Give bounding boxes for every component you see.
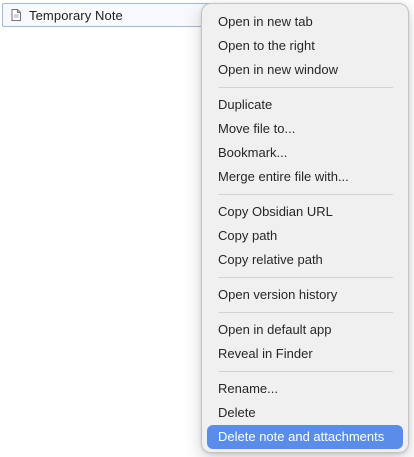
file-context-menu: Open in new tab Open to the right Open i… [201,3,409,453]
document-icon [10,9,21,22]
menu-item-bookmark[interactable]: Bookmark... [207,141,403,165]
menu-item-copy-relative-path[interactable]: Copy relative path [207,248,403,272]
menu-item-open-in-default-app[interactable]: Open in default app [207,318,403,342]
menu-item-open-version-history[interactable]: Open version history [207,283,403,307]
menu-item-copy-obsidian-url[interactable]: Copy Obsidian URL [207,200,403,224]
menu-item-move-file[interactable]: Move file to... [207,117,403,141]
menu-item-open-in-new-window[interactable]: Open in new window [207,58,403,82]
menu-item-open-in-new-tab[interactable]: Open in new tab [207,10,403,34]
menu-item-duplicate[interactable]: Duplicate [207,93,403,117]
menu-item-open-to-the-right[interactable]: Open to the right [207,34,403,58]
menu-separator [218,194,393,195]
menu-item-delete[interactable]: Delete [207,401,403,425]
menu-item-merge-file[interactable]: Merge entire file with... [207,165,403,189]
menu-item-delete-note-and-attachments[interactable]: Delete note and attachments [207,425,403,449]
menu-separator [218,277,393,278]
menu-separator [218,312,393,313]
file-name-label: Temporary Note [29,7,123,23]
menu-item-copy-path[interactable]: Copy path [207,224,403,248]
menu-item-rename[interactable]: Rename... [207,377,403,401]
menu-item-reveal-in-finder[interactable]: Reveal in Finder [207,342,403,366]
menu-separator [218,371,393,372]
menu-separator [218,87,393,88]
